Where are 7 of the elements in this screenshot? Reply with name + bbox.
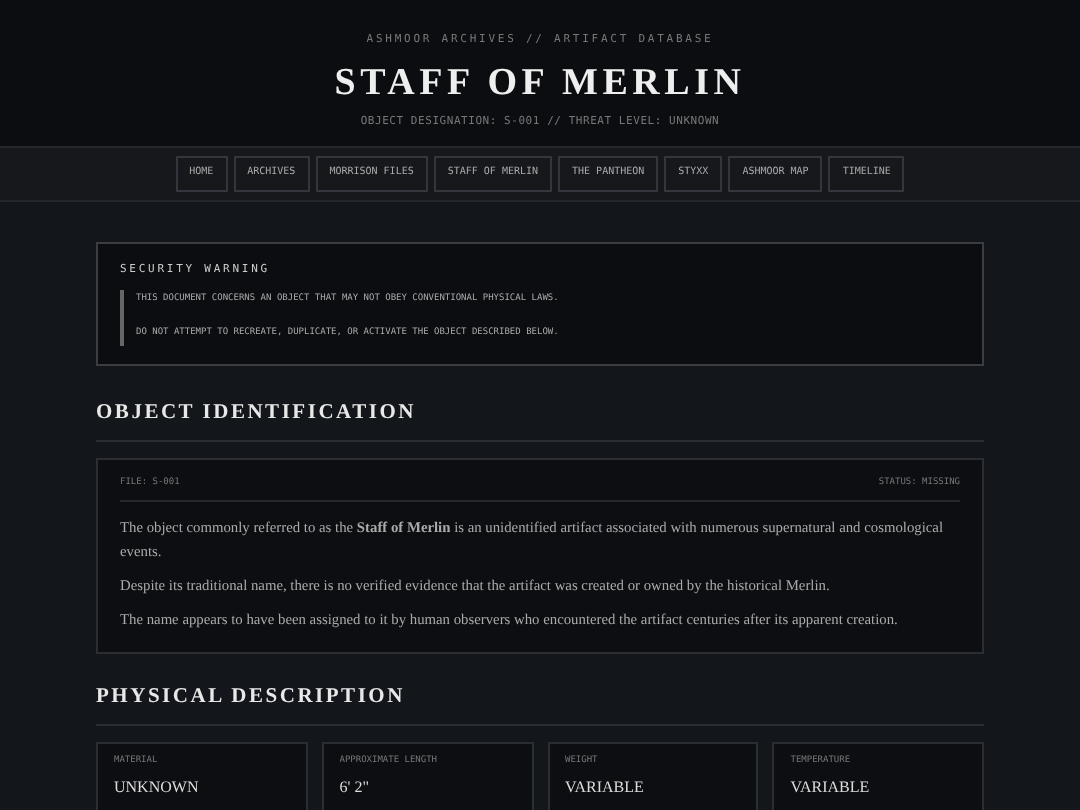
section-heading: OBJECT IDENTIFICATION [96, 397, 984, 441]
stat-value: UNKNOWN [114, 775, 201, 800]
stat-value: 6' 2" [339, 775, 371, 800]
section-heading: PHYSICAL DESCRIPTION [96, 682, 984, 726]
stat-value: VARIABLE [790, 775, 872, 800]
stat-value: VARIABLE [565, 775, 646, 800]
page-title: STAFF OF MERLIN [334, 64, 746, 103]
